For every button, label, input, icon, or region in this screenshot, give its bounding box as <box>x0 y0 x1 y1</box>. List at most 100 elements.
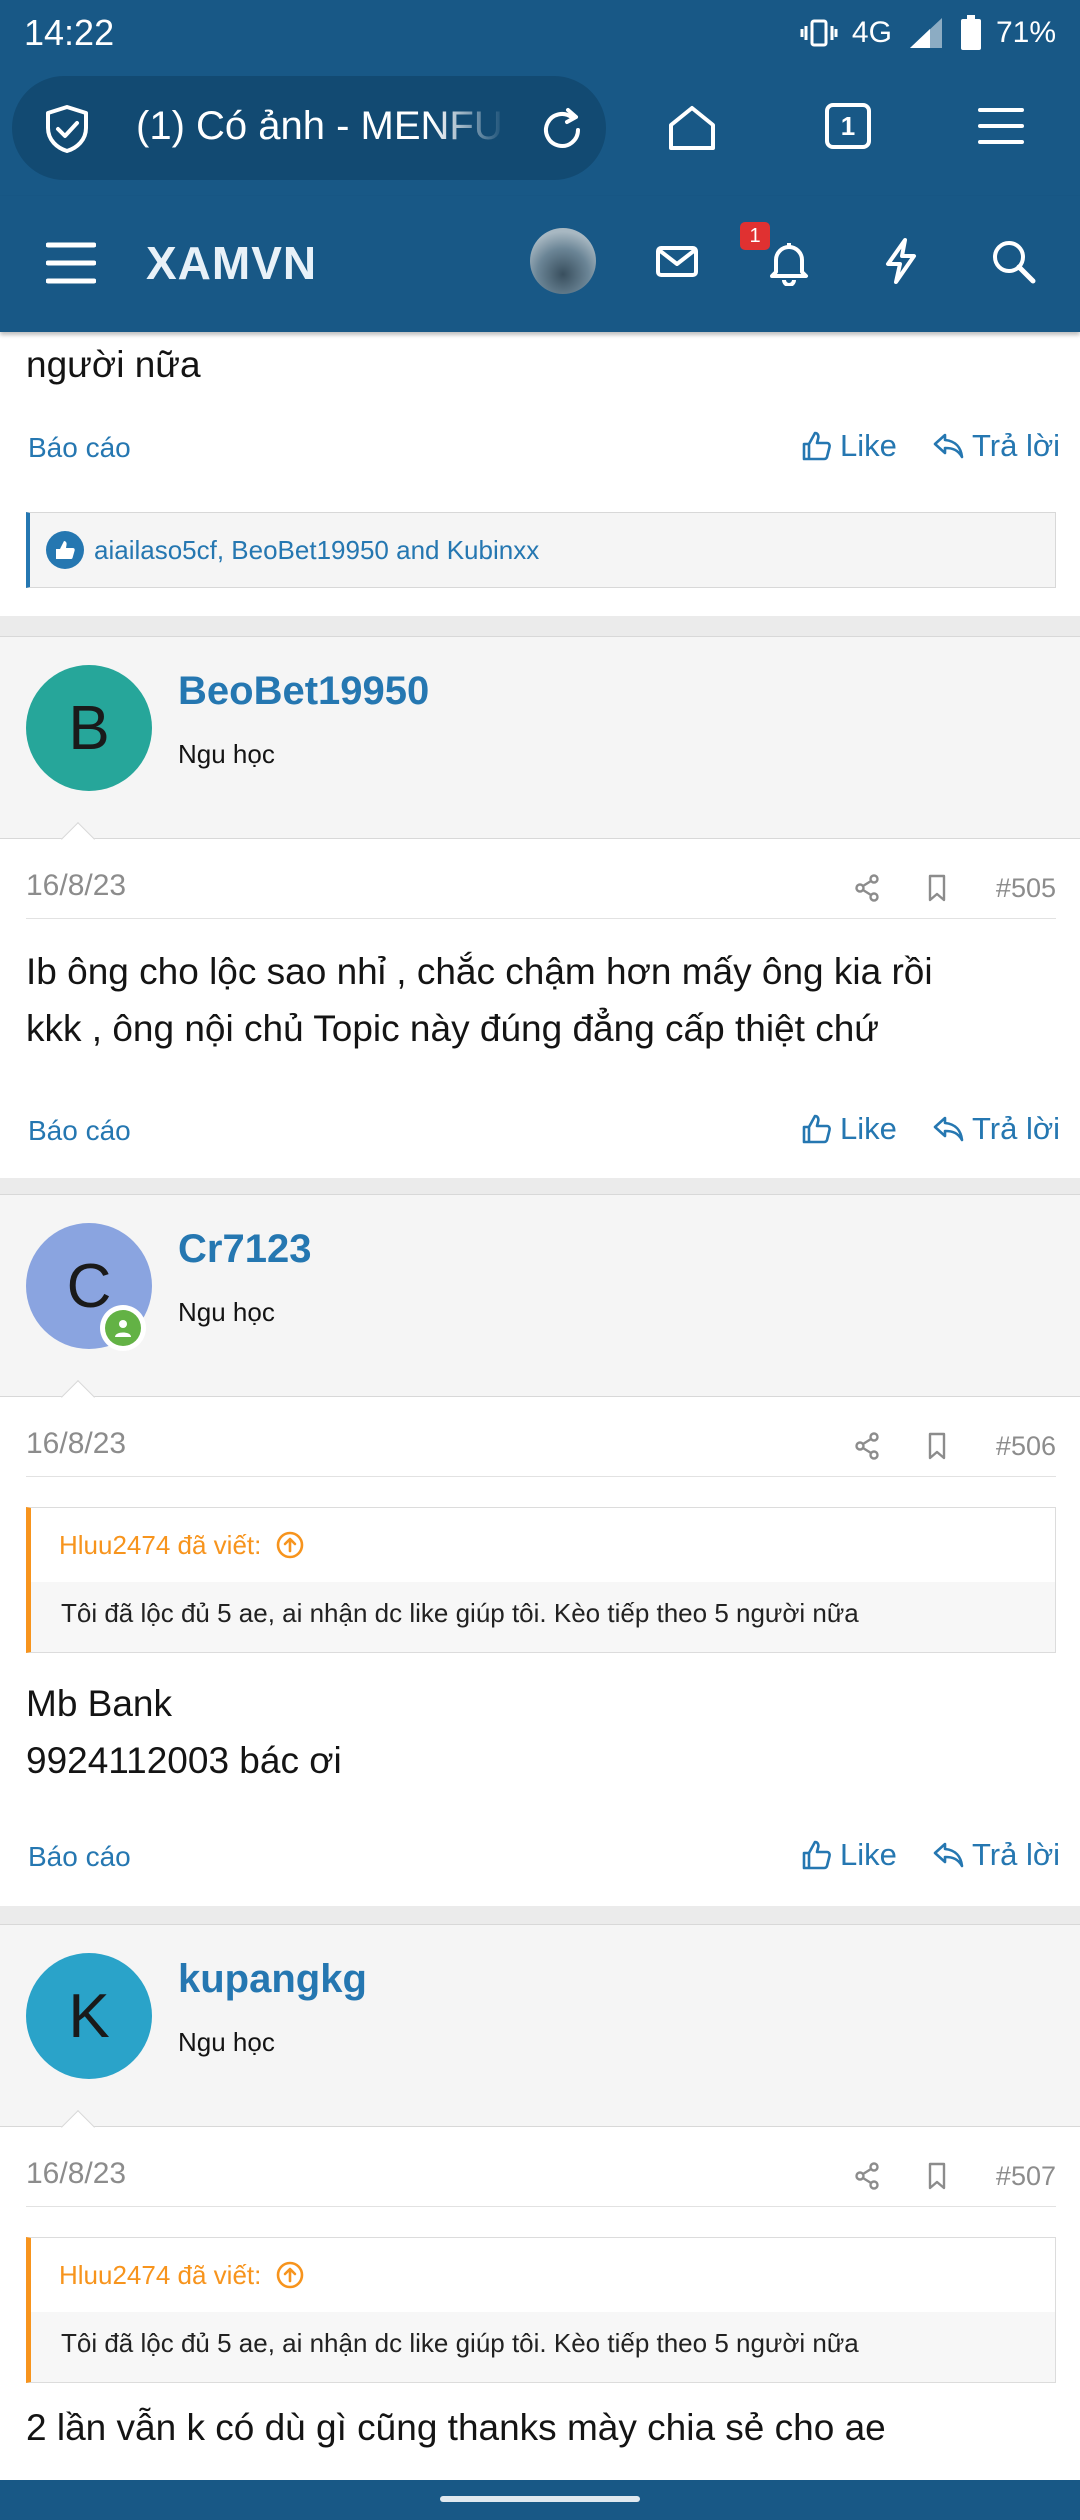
post-meta: 16/8/23 #506 <box>26 1421 1056 1477</box>
post-date[interactable]: 16/8/23 <box>26 1427 126 1461</box>
post-date[interactable]: 16/8/23 <box>26 2157 126 2191</box>
avatar[interactable]: B <box>26 665 152 791</box>
post-body-line: 9924112003 bác ơi <box>26 1740 342 1781</box>
browser-toolbar: (1) Có ảnh - MENFU 1 <box>0 66 1080 196</box>
post-user-block: K kupangkg Ngu học <box>0 1925 1080 2144</box>
thumbs-up-icon <box>802 1114 831 1144</box>
reply-icon <box>933 1842 964 1868</box>
reply-icon <box>933 433 964 459</box>
page-title[interactable]: (1) Có ảnh - MENFU <box>136 104 506 149</box>
gesture-navigation-bar <box>0 2480 1080 2520</box>
arrow-up-circle-icon[interactable] <box>275 1530 305 1560</box>
user-title: Ngu học <box>178 2027 275 2057</box>
status-bar: 14:22 4G 71% <box>0 0 1080 66</box>
report-link[interactable]: Báo cáo <box>28 432 131 464</box>
report-link[interactable]: Báo cáo <box>28 1115 131 1147</box>
bolt-icon[interactable] <box>876 236 926 286</box>
post-body-line: Mb Bank <box>26 1683 173 1724</box>
like-button[interactable]: Like <box>800 428 897 464</box>
quote-block: Hluu2474 đã viết: Tôi đã lộc đủ 5 ae, ai… <box>26 1507 1056 1653</box>
user-avatar[interactable] <box>530 228 596 294</box>
post-date[interactable]: 16/8/23 <box>26 869 126 903</box>
mail-icon[interactable] <box>652 236 702 286</box>
user-title: Ngu học <box>178 1297 275 1327</box>
user-title: Ngu học <box>178 739 275 769</box>
post-body-line: Ib ông cho lộc sao nhỉ , chắc chậm hơn m… <box>26 951 933 992</box>
quote-text: Tôi đã lộc đủ 5 ae, ai nhận dc like giúp… <box>61 1598 859 1628</box>
search-icon[interactable] <box>988 236 1038 286</box>
quote-author[interactable]: Hluu2474 đã viết: <box>59 1530 261 1561</box>
quote-author[interactable]: Hluu2474 đã viết: <box>59 2260 261 2291</box>
signal-icon <box>909 18 942 48</box>
post-user-block: B BeoBet19950 Ngu học <box>0 637 1080 856</box>
post-body-line: 2 lần vẫn k có dù gì cũng thanks mày chi… <box>26 2407 886 2448</box>
reactions-bar[interactable]: aiailaso5cf, BeoBet19950 and Kubinxx <box>26 512 1056 588</box>
reply-icon <box>933 1116 964 1142</box>
post-body: người nữa <box>26 344 201 385</box>
like-button[interactable]: Like <box>800 1837 897 1873</box>
report-link[interactable]: Báo cáo <box>28 1841 131 1873</box>
thumbs-up-icon <box>802 431 831 461</box>
post-number[interactable]: #506 <box>996 1431 1056 1462</box>
battery-level: 71% <box>995 16 1056 49</box>
post-actions: Báo cáo Like Trả lời <box>0 1105 1080 1165</box>
thread-content: người nữa Báo cáo Like Trả lời aiailaso5… <box>0 332 1080 2480</box>
shield-check-icon[interactable] <box>42 104 92 154</box>
home-gesture-handle[interactable] <box>440 2496 640 2502</box>
username[interactable]: BeoBet19950 <box>178 669 429 714</box>
address-bar[interactable]: (1) Có ảnh - MENFU <box>12 76 606 180</box>
vibrate-icon <box>800 19 838 47</box>
reply-label: Trả lời <box>972 1111 1061 1146</box>
bell-icon[interactable] <box>764 236 814 286</box>
site-header: XAMVN 1 <box>0 196 1080 332</box>
bookmark-icon[interactable] <box>922 1431 952 1461</box>
quote-header[interactable]: Hluu2474 đã viết: <box>31 2238 1055 2312</box>
quote-header[interactable]: Hluu2474 đã viết: <box>31 1508 1055 1582</box>
post-meta: 16/8/23 #507 <box>26 2151 1056 2207</box>
thumbs-up-icon <box>802 1840 831 1870</box>
battery-icon <box>960 15 981 50</box>
username[interactable]: kupangkg <box>178 1957 367 2002</box>
avatar[interactable]: K <box>26 1953 152 2079</box>
reply-button[interactable]: Trả lời <box>932 1111 1060 1147</box>
quote-block: Hluu2474 đã viết: Tôi đã lộc đủ 5 ae, ai… <box>26 2237 1056 2383</box>
post-body: 2 lần vẫn k có dù gì cũng thanks mày chi… <box>26 2399 1056 2456</box>
reply-label: Trả lời <box>972 1837 1061 1872</box>
site-logo[interactable]: XAMVN <box>146 236 317 290</box>
arrow-notch <box>61 822 95 856</box>
arrow-up-circle-icon[interactable] <box>275 2260 305 2290</box>
post-user-block: C Cr7123 Ngu học <box>0 1195 1080 1414</box>
share-icon[interactable] <box>852 873 882 903</box>
post-body: Mb Bank 9924112003 bác ơi <box>26 1675 1056 1789</box>
like-button[interactable]: Like <box>800 1111 897 1147</box>
share-icon[interactable] <box>852 2161 882 2191</box>
quote-text: Tôi đã lộc đủ 5 ae, ai nhận dc like giúp… <box>61 2328 859 2358</box>
arrow-notch <box>61 2110 95 2144</box>
online-status-icon <box>100 1305 146 1351</box>
reply-button[interactable]: Trả lời <box>932 1837 1060 1873</box>
like-label: Like <box>840 1837 897 1872</box>
bookmark-icon[interactable] <box>922 873 952 903</box>
like-label: Like <box>840 1111 897 1146</box>
menu-icon[interactable] <box>978 106 1024 146</box>
status-indicators: 4G 71% <box>800 15 1056 51</box>
post-actions: Báo cáo Like Trả lời <box>0 1831 1080 1891</box>
username[interactable]: Cr7123 <box>178 1227 311 1272</box>
hamburger-icon[interactable] <box>46 240 96 286</box>
post-number[interactable]: #507 <box>996 2161 1056 2192</box>
post-number[interactable]: #505 <box>996 873 1056 904</box>
reply-label: Trả lời <box>972 428 1061 463</box>
arrow-notch <box>61 1380 95 1414</box>
status-time: 14:22 <box>24 12 115 53</box>
reply-button[interactable]: Trả lời <box>932 428 1060 464</box>
share-icon[interactable] <box>852 1431 882 1461</box>
like-label: Like <box>840 428 897 463</box>
bookmark-icon[interactable] <box>922 2161 952 2191</box>
tabs-icon[interactable]: 1 <box>825 103 871 149</box>
post-actions: Báo cáo Like Trả lời <box>0 422 1080 482</box>
tab-count: 1 <box>840 110 856 141</box>
home-icon[interactable] <box>666 102 718 154</box>
reaction-users[interactable]: aiailaso5cf, BeoBet19950 and Kubinxx <box>94 535 539 566</box>
post-507: K kupangkg Ngu học 16/8/23 #507 Hluu2474… <box>0 1924 1080 2480</box>
reload-icon[interactable] <box>538 106 586 154</box>
